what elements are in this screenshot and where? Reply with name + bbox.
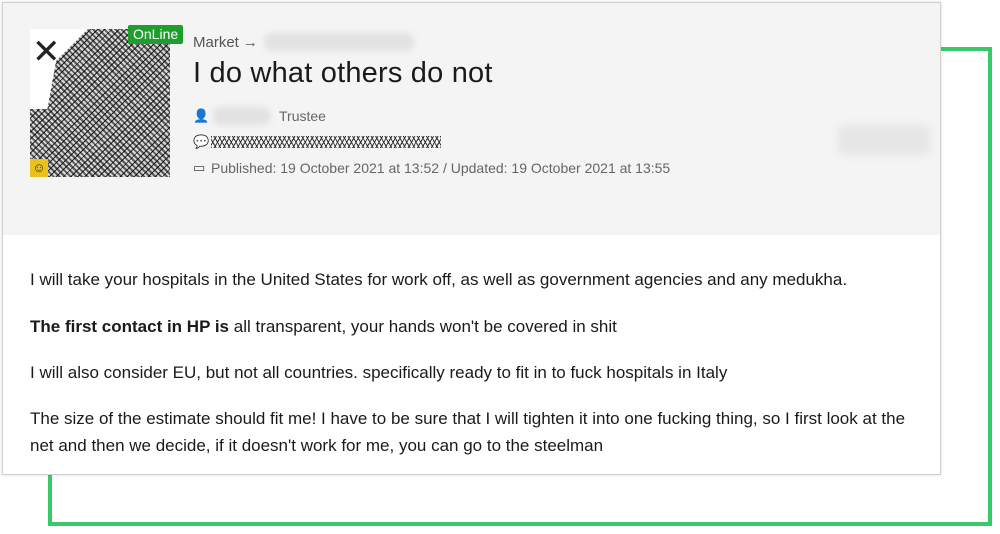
post-body: I will take your hospitals in the United…: [13, 239, 939, 471]
breadcrumb-arrow-icon: →: [242, 33, 258, 51]
post-header: ✕ OnLine ☺ Market → I do what others do …: [3, 3, 940, 235]
paragraph-2: The first contact in HP is all transpare…: [30, 313, 910, 340]
published-date: Published: 19 October 2021 at 13:52 / Up…: [211, 160, 671, 176]
paragraph-1: I will take your hospitals in the United…: [30, 270, 848, 289]
paragraph-3: I will also consider EU, but not all cou…: [30, 363, 728, 382]
redacted-action[interactable]: [838, 125, 930, 155]
redacted-signature: [211, 136, 441, 148]
online-badge: OnLine: [128, 25, 184, 44]
author-name[interactable]: [213, 107, 271, 125]
avatar-mark-icon: ✕: [32, 33, 61, 71]
user-icon: 👤: [193, 108, 210, 123]
quote-icon: 💬: [193, 134, 210, 149]
author-row: 👤 Trustee: [193, 107, 326, 125]
breadcrumb: Market →: [193, 33, 414, 51]
calendar-icon: ▭: [193, 160, 206, 175]
breadcrumb-section-link[interactable]: [263, 33, 414, 51]
paragraph-4: The size of the estimate should fit me! …: [30, 409, 906, 455]
paragraph-2-rest: all transparent, your hands won't be cov…: [229, 317, 617, 336]
paragraph-2-bold: The first contact in HP is: [30, 317, 230, 336]
avatar-tag-icon: ☺: [30, 159, 48, 177]
breadcrumb-market-link[interactable]: Market: [193, 34, 239, 51]
author-avatar[interactable]: ✕ OnLine ☺: [30, 25, 184, 177]
signature-row: 💬: [193, 134, 441, 150]
forum-post-card: ✕ OnLine ☺ Market → I do what others do …: [2, 2, 941, 475]
page-title: I do what others do not: [193, 57, 493, 89]
date-row: ▭ Published: 19 October 2021 at 13:52 / …: [193, 160, 670, 176]
author-role: Trustee: [279, 108, 326, 124]
